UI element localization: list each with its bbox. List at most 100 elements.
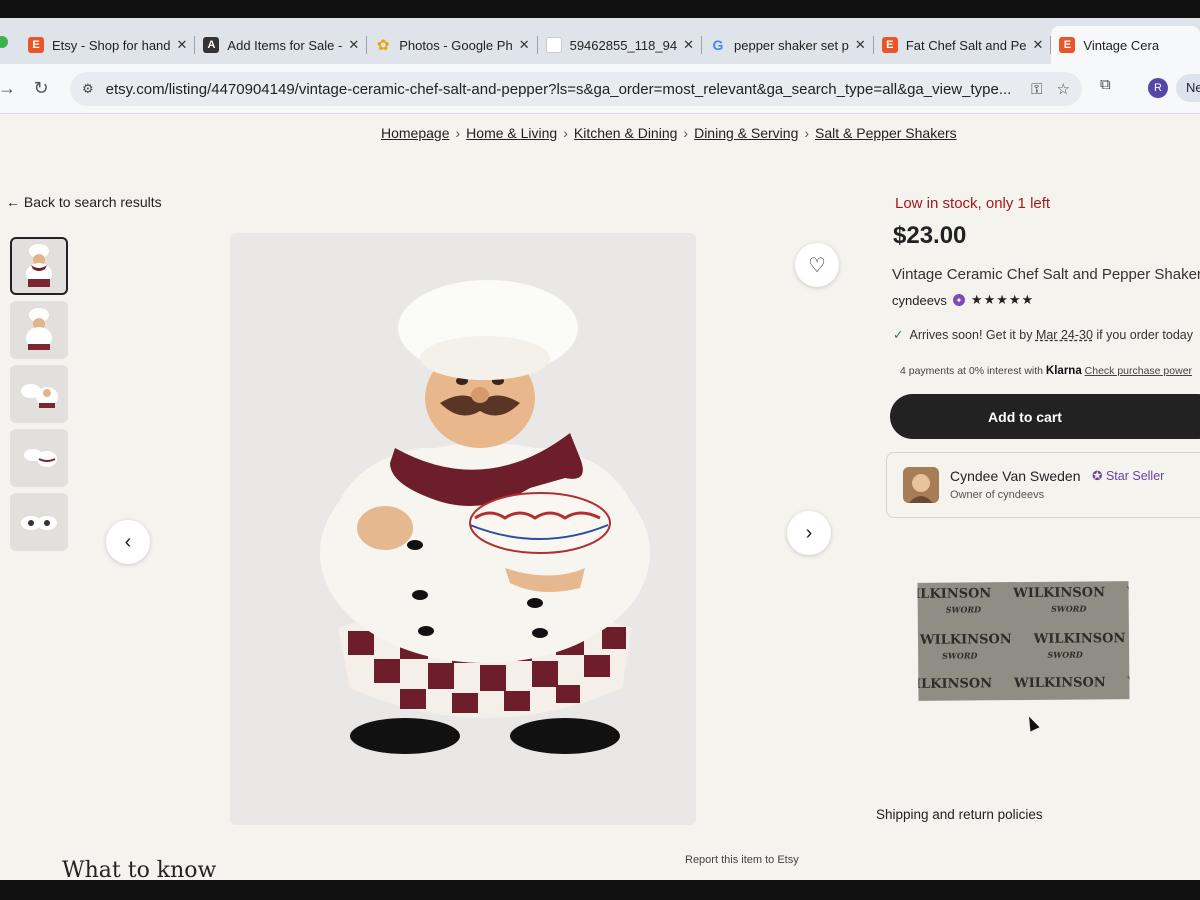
tape-brand-text: WILKINSON: [1128, 674, 1130, 690]
image-icon: [545, 37, 562, 53]
close-icon[interactable]: ✕: [348, 37, 359, 53]
tab-google-search[interactable]: G pepper shaker set p ✕: [702, 26, 874, 64]
klarna-note: 4 payments at 0% interest with Klarna Ch…: [900, 365, 1192, 377]
tape-sub-text: SWORD: [1047, 649, 1083, 660]
tab-etsy-shop[interactable]: E Etsy - Shop for hand ✕: [20, 26, 196, 64]
app-icon: A: [203, 37, 220, 53]
seller-avatar: [903, 467, 939, 503]
close-icon[interactable]: ✕: [519, 37, 530, 53]
tab-title: Etsy - Shop for hand: [52, 37, 171, 53]
star-seller-icon: ✪: [1092, 469, 1103, 483]
tab-image-file[interactable]: 59462855_118_94 ✕: [538, 26, 703, 64]
price: $23.00: [893, 222, 967, 249]
tab-vintage-ceramic[interactable]: E Vintage Cera: [1051, 26, 1200, 64]
chevron-right-icon: ›: [563, 125, 568, 141]
chevron-right-icon: ›: [805, 521, 813, 544]
rating-stars[interactable]: ★★★★★: [971, 292, 1034, 308]
tape-strip: WILKINSON WILKINSON WILKINSON SWORD SWORD SW…: [917, 581, 1130, 701]
close-icon[interactable]: ✕: [1033, 37, 1044, 53]
etsy-icon: E: [28, 37, 44, 53]
address-bar[interactable]: ⚙ etsy.com/listing/4470904149/vintage-ce…: [70, 72, 1082, 106]
bookmark-star-icon[interactable]: ☆: [1057, 80, 1070, 98]
forward-icon[interactable]: →: [0, 78, 22, 99]
thumbnail-5[interactable]: [10, 493, 68, 551]
etsy-icon: E: [1059, 37, 1076, 53]
shop-name-link[interactable]: cyndeevs: [892, 293, 947, 308]
etsy-icon: E: [881, 37, 898, 53]
thumbnail-3[interactable]: [10, 365, 68, 423]
breadcrumb-kitchen-dining[interactable]: Kitchen & Dining: [574, 125, 678, 141]
tape-brand-text: WILKINSON: [1033, 631, 1126, 647]
site-settings-icon[interactable]: ⚙: [82, 81, 94, 97]
tape-brand-text: WILKINSON: [917, 586, 992, 603]
breadcrumb-home-living[interactable]: Home & Living: [466, 125, 557, 141]
report-item-link[interactable]: Report this item to Etsy: [685, 854, 799, 866]
delivery-estimate: ✓ Arrives soon! Get it by Mar 24-30 if yo…: [893, 327, 1193, 342]
tab-title: pepper shaker set p: [734, 37, 849, 53]
chevron-right-icon: ›: [804, 125, 810, 141]
tab-title: Vintage Cera: [1083, 37, 1160, 53]
shop-info: cyndeevs ✦ ★★★★★: [892, 292, 1034, 308]
breadcrumb: Homepage › Home & Living › Kitchen & Dining ›…: [381, 125, 957, 141]
thumbnail-list: [10, 237, 68, 557]
browser-toolbar: → ↻ ⚙ etsy.com/listing/4470904149/vintag…: [0, 64, 1200, 114]
tab-title: Fat Chef Salt and Pe: [905, 37, 1027, 53]
tape-sub-text: SWORD: [942, 650, 978, 661]
add-to-cart-button[interactable]: Add to cart: [890, 394, 1200, 439]
seller-subtitle: Owner of cyndeevs: [950, 489, 1045, 501]
tape-sub-text: SWORD: [1051, 603, 1087, 614]
seller-name[interactable]: Cyndee Van Sweden: [950, 468, 1081, 484]
tape-brand-text: WILKINSON: [1013, 585, 1106, 602]
delivery-dates[interactable]: Mar 24-30: [1036, 328, 1093, 342]
reload-icon[interactable]: ↻: [26, 78, 56, 99]
screen: E Etsy - Shop for hand ✕ A Add Items for…: [0, 18, 1200, 880]
close-icon[interactable]: ✕: [855, 37, 866, 53]
back-to-search-link[interactable]: ← Back to search results: [6, 194, 162, 210]
stock-note: Low in stock, only 1 left: [895, 195, 1051, 212]
breadcrumb-homepage[interactable]: Homepage: [381, 125, 450, 141]
breadcrumb-salt-pepper[interactable]: Salt & Pepper Shakers: [815, 125, 957, 141]
tape-sub-text: SWORD: [945, 604, 982, 615]
seller-card[interactable]: Cyndee Van Sweden ✪ Star Seller Owner of…: [886, 452, 1200, 518]
close-icon[interactable]: ✕: [683, 37, 694, 53]
next-image-button[interactable]: ›: [787, 511, 831, 555]
tab-fat-chef[interactable]: E Fat Chef Salt and Pe ✕: [874, 26, 1052, 64]
tape-brand-text: WILKINSON: [1126, 584, 1130, 601]
new-chrome-button[interactable]: Ne: [1176, 74, 1200, 102]
thumbnail-1[interactable]: [10, 237, 68, 295]
tab-add-items[interactable]: A Add Items for Sale - ✕: [195, 26, 368, 64]
klarna-brand: Klarna: [1045, 365, 1082, 377]
check-icon: ✓: [893, 328, 904, 342]
tab-strip: E Etsy - Shop for hand ✕ A Add Items for…: [0, 18, 1200, 64]
tape-brand-text: WILKINSON: [917, 676, 993, 693]
favorite-button[interactable]: ♡: [795, 243, 839, 287]
thumbnail-4[interactable]: [10, 429, 68, 487]
tape-brand-text: WILKINSON: [1013, 675, 1106, 692]
key-icon[interactable]: ⚿: [1031, 81, 1042, 98]
tab-search-icon[interactable]: ⧉: [1100, 76, 1111, 93]
chevron-left-icon: ‹: [124, 530, 132, 553]
url-text: etsy.com/listing/4470904149/vintage-cera…: [105, 80, 1012, 98]
arrives-suffix: if you order today: [1096, 328, 1193, 342]
product-title: Vintage Ceramic Chef Salt and Pepper Sha…: [892, 266, 1200, 283]
breadcrumb-dining-serving[interactable]: Dining & Serving: [694, 125, 798, 141]
tape-brand-text: WILKINSON: [919, 632, 1012, 648]
close-icon[interactable]: ✕: [177, 37, 188, 53]
thumbnail-2[interactable]: [10, 301, 68, 359]
shipping-policies-heading[interactable]: Shipping and return policies: [876, 807, 1043, 822]
google-icon: G: [712, 37, 724, 53]
star-seller-text: Star Seller: [1105, 469, 1165, 483]
mouse-cursor-icon: [1024, 714, 1040, 732]
tab-title: Photos - Google Ph: [399, 37, 513, 53]
check-purchase-power-link[interactable]: Check purchase power: [1085, 365, 1192, 377]
previous-image-button[interactable]: ‹: [106, 520, 150, 564]
klarna-prefix: 4 payments at 0% interest with: [900, 365, 1043, 377]
arrives-prefix: Arrives soon! Get it by: [909, 328, 1033, 342]
tab-title: 59462855_118_94: [569, 37, 678, 53]
profile-avatar[interactable]: R: [1148, 78, 1168, 98]
chevron-right-icon: ›: [455, 125, 461, 141]
window-control-icon[interactable]: [0, 36, 8, 48]
star-seller-label: ✪ Star Seller: [1092, 468, 1164, 483]
what-to-know-heading: What to know: [62, 858, 217, 880]
tab-google-photos[interactable]: ✿ Photos - Google Ph ✕: [367, 26, 538, 64]
